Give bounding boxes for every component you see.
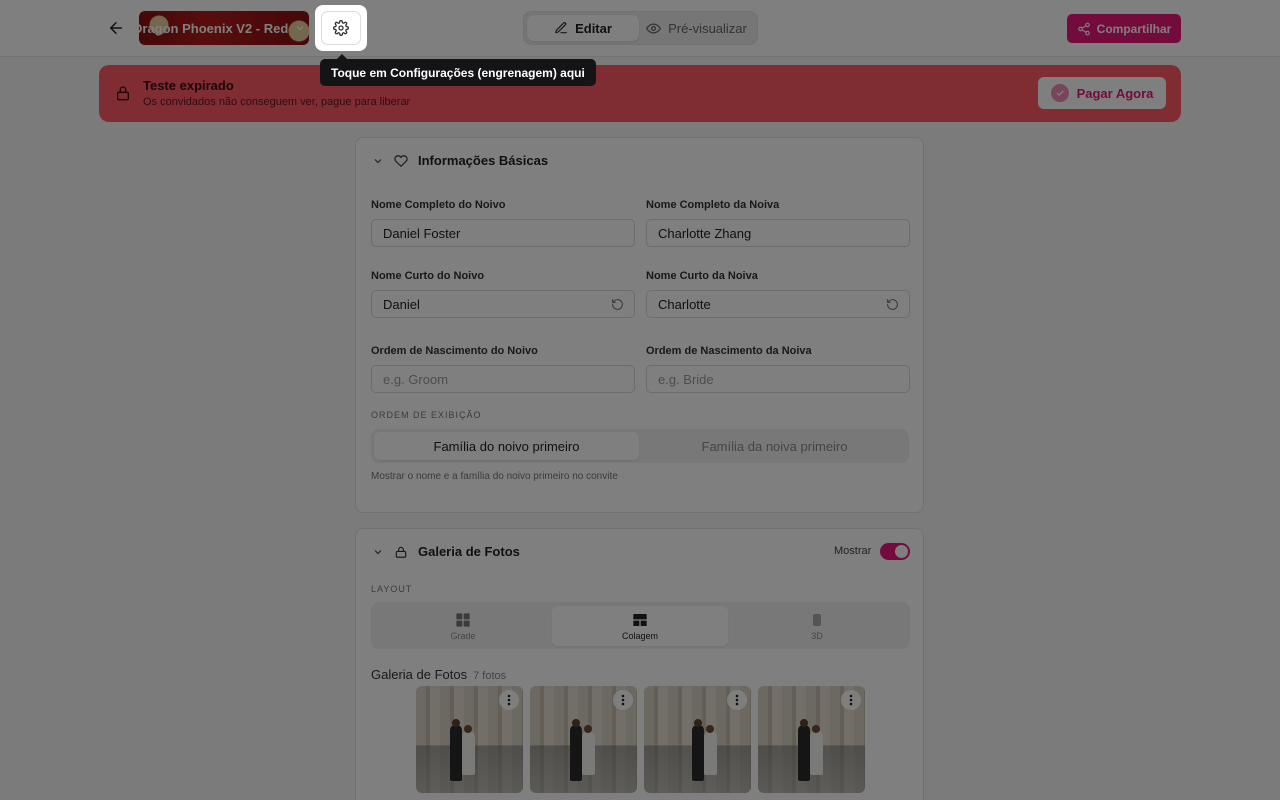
groom-birth-order-input[interactable]: e.g. Groom [371, 365, 635, 393]
display-order-caption: ORDEM DE EXIBIÇÃO [371, 410, 482, 420]
layout-caption: LAYOUT [371, 584, 413, 594]
basic-info-title: Informações Básicas [418, 153, 549, 168]
share-icon [1077, 22, 1090, 35]
bride-short-name-value: Charlotte [658, 296, 711, 312]
show-gallery-switch[interactable] [880, 543, 910, 560]
gallery-photo[interactable] [758, 686, 865, 793]
groom-full-name-label: Nome Completo do Noivo [371, 199, 506, 211]
settings-highlight [315, 5, 367, 51]
bride-short-name-label: Nome Curto da Noiva [646, 270, 758, 282]
cube-icon [813, 613, 821, 626]
banner-subtitle: Os convidados não conseguem ver, pague p… [143, 96, 411, 108]
preview-mode-label: Pré-visualizar [668, 20, 747, 36]
layout-option-3d[interactable]: 3D [729, 606, 905, 646]
layout-option-collage[interactable]: Colagem [552, 606, 728, 646]
gear-icon [333, 20, 349, 36]
more-options-icon[interactable] [841, 690, 861, 710]
bride-full-name-input[interactable]: Charlotte Zhang [646, 219, 910, 247]
bride-short-name-input[interactable]: Charlotte [646, 290, 910, 318]
gallery-photo[interactable] [530, 686, 637, 793]
photo-gallery-header[interactable]: Galeria de Fotos [372, 544, 520, 559]
more-options-icon[interactable] [499, 690, 519, 710]
bride-birth-order-label: Ordem de Nascimento da Noiva [646, 345, 812, 357]
show-toggle-label: Mostrar [834, 545, 872, 557]
bride-family-first-option[interactable]: Família da noiva primeiro [643, 432, 906, 460]
groom-full-name-input[interactable]: Daniel Foster [371, 219, 635, 247]
share-button[interactable]: Compartilhar [1067, 14, 1181, 43]
basic-info-header[interactable]: Informações Básicas [372, 153, 548, 168]
edit-mode-button[interactable]: Editar [527, 15, 639, 41]
groom-family-first-option[interactable]: Família do noivo primeiro [374, 432, 639, 460]
grid-icon [456, 612, 470, 627]
layout-grid-label: Grade [450, 630, 476, 641]
groom-short-name-value: Daniel [383, 296, 420, 312]
back-arrow-icon[interactable] [104, 16, 128, 40]
lock-icon [395, 546, 407, 558]
trial-expired-banner: Teste expirado Os convidados não consegu… [99, 65, 1181, 122]
mode-toggle: Editar Pré-visualizar [523, 11, 758, 45]
layout-3d-label: 3D [811, 630, 823, 641]
edit-mode-label: Editar [575, 20, 612, 36]
lock-icon [115, 84, 131, 107]
reset-icon[interactable] [886, 298, 899, 311]
groom-birth-order-label: Ordem de Nascimento do Noivo [371, 345, 538, 357]
edit-icon [555, 22, 567, 34]
layout-collage-label: Colagem [621, 630, 659, 641]
chevron-down-icon [294, 22, 306, 34]
template-selector[interactable]: Dragon Phoenix V2 - Red [139, 11, 309, 45]
more-options-icon[interactable] [727, 690, 747, 710]
pay-now-button[interactable]: Pagar Agora [1038, 77, 1166, 109]
photo-count: 7 fotos [473, 670, 507, 682]
bride-birth-order-input[interactable]: e.g. Bride [646, 365, 910, 393]
gallery-label: Galeria de Fotos [371, 667, 468, 682]
bride-full-name-label: Nome Completo da Noiva [646, 199, 780, 211]
share-label: Compartilhar [1096, 21, 1172, 36]
display-order-helper: Mostrar o nome e a família do noivo prim… [371, 471, 618, 482]
chevron-down-icon[interactable] [372, 546, 384, 558]
settings-button[interactable] [321, 11, 361, 45]
display-order-toggle: Família do noivo primeiro Família da noi… [371, 429, 909, 463]
sparkle-icon [1050, 84, 1069, 102]
template-name: Dragon Phoenix V2 - Red [139, 20, 289, 36]
banner-title: Teste expirado [143, 78, 234, 93]
layout-selector: Grade Colagem 3D [371, 602, 910, 649]
gallery-heading: Galeria de Fotos 7 fotos [371, 667, 506, 682]
photo-gallery-title: Galeria de Fotos [418, 544, 520, 559]
groom-short-name-label: Nome Curto do Noivo [371, 270, 485, 282]
photo-gallery-card: Galeria de Fotos Mostrar LAYOUT Grade Co… [355, 528, 924, 800]
layout-option-grid[interactable]: Grade [375, 606, 551, 646]
basic-info-card: Informações Básicas Nome Completo do Noi… [355, 137, 924, 513]
preview-mode-button[interactable]: Pré-visualizar [639, 15, 754, 41]
heart-icon [394, 154, 408, 167]
reset-icon[interactable] [611, 298, 624, 311]
collage-icon [633, 613, 647, 626]
settings-tooltip: Toque em Configurações (engrenagem) aqui [320, 54, 596, 86]
eye-icon [646, 22, 662, 34]
pay-now-label: Pagar Agora [1076, 85, 1154, 101]
chevron-down-icon[interactable] [372, 155, 384, 167]
gallery-photo[interactable] [644, 686, 751, 793]
groom-short-name-input[interactable]: Daniel [371, 290, 635, 318]
gallery-photo[interactable] [416, 686, 523, 793]
top-bar: Dragon Phoenix V2 - Red Editar Pré-visua… [0, 0, 1280, 57]
more-options-icon[interactable] [613, 690, 633, 710]
